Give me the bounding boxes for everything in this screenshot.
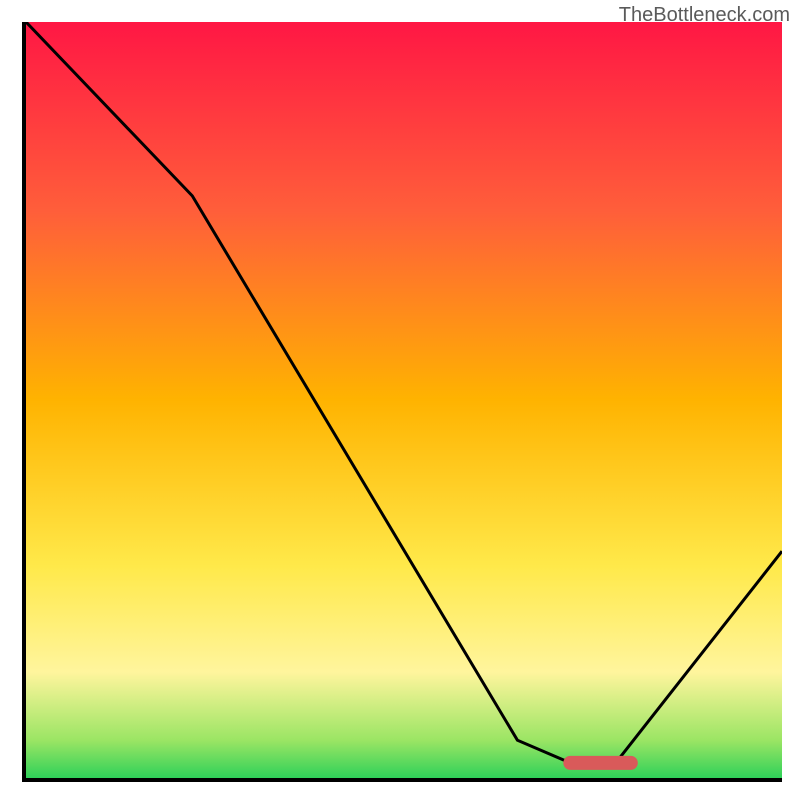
bottleneck-curve [26,22,782,763]
chart-svg [26,22,782,778]
watermark-text: TheBottleneck.com [619,4,790,27]
chart-plot-area [22,22,782,782]
